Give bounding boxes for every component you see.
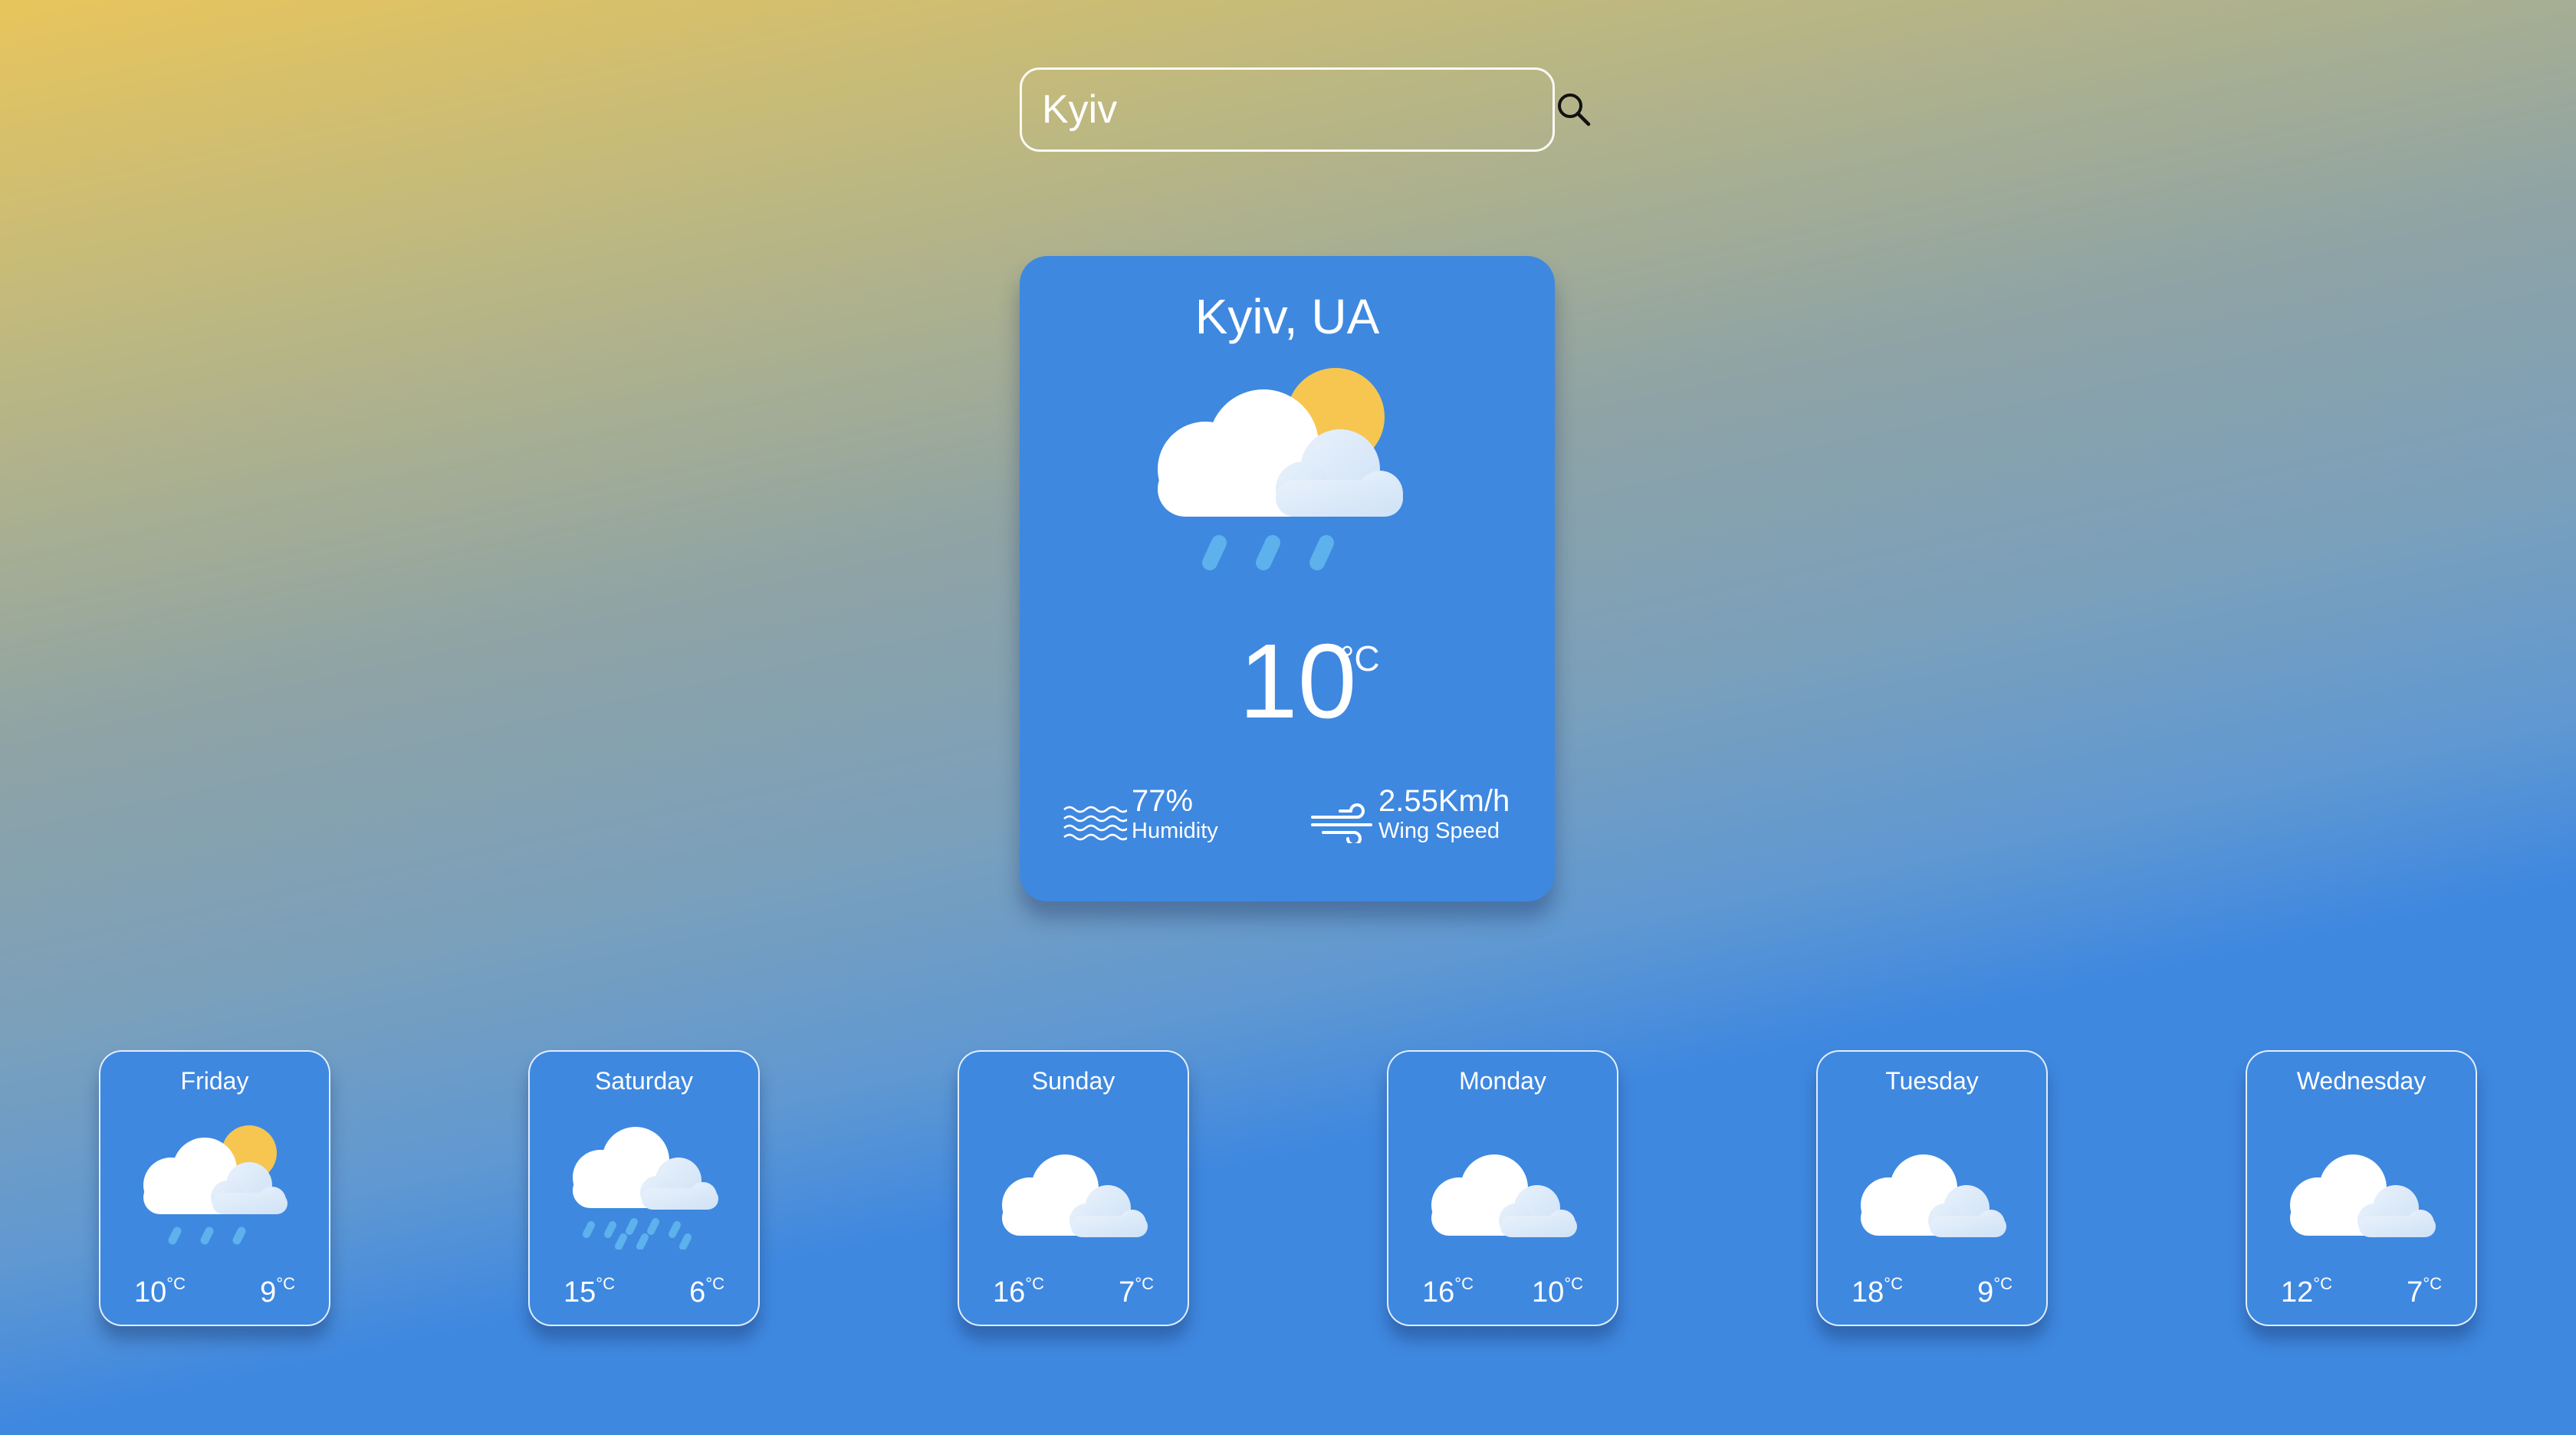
forecast-day: Monday xyxy=(1459,1067,1546,1095)
forecast-card-wednesday[interactable]: Wednesday 12°C 7°C xyxy=(2246,1050,2477,1326)
cloud-icon xyxy=(1002,1154,1148,1237)
forecast-day: Sunday xyxy=(1031,1067,1116,1095)
temperature-unit: °C xyxy=(1340,639,1380,678)
cloud-icon xyxy=(1431,1154,1577,1237)
search-input[interactable] xyxy=(1022,70,1555,149)
humidity-waves-icon xyxy=(1063,806,1127,841)
cloud-icon xyxy=(2290,1154,2436,1237)
forecast-high: 18°C xyxy=(1852,1274,1903,1309)
humidity-detail: 77% Humidity xyxy=(1063,785,1218,846)
wind-detail: 2.55Km/h Wing Speed xyxy=(1309,785,1510,846)
current-temperature: 10 xyxy=(1239,622,1357,740)
wind-icon xyxy=(1311,803,1372,843)
city-name: Kyiv, UA xyxy=(1194,289,1380,344)
forecast-low: 7°C xyxy=(1119,1274,1154,1309)
forecast-card-saturday[interactable]: Saturday 15°C 6°C xyxy=(528,1050,760,1326)
cloud-sun-rain-icon xyxy=(1158,368,1403,570)
cloud-icon xyxy=(1861,1154,2006,1237)
forecast-high: 15°C xyxy=(564,1274,615,1309)
forecast-day: Wednesday xyxy=(2296,1067,2426,1095)
search-bar xyxy=(1020,67,1591,152)
forecast-low: 7°C xyxy=(2407,1274,2442,1309)
forecast-high: 12°C xyxy=(2281,1274,2332,1309)
wind-speed-label: Wing Speed xyxy=(1378,819,1500,843)
current-weather-card: Kyiv, UA 10 °C 77% Humidity 2.55Km/h Win… xyxy=(1020,256,1555,901)
cloud-sun-rain-icon xyxy=(143,1125,288,1245)
forecast-high: 10°C xyxy=(134,1274,186,1309)
forecast-high: 16°C xyxy=(1422,1274,1474,1309)
search-icon xyxy=(1558,94,1591,126)
cloud-heavy-rain-icon xyxy=(573,1127,718,1249)
forecast-low: 9°C xyxy=(260,1274,295,1309)
forecast-day: Saturday xyxy=(594,1067,694,1095)
humidity-value: 77% xyxy=(1132,784,1194,818)
wind-speed-value: 2.55Km/h xyxy=(1378,784,1510,818)
forecast-low: 10°C xyxy=(1532,1274,1583,1309)
forecast-card-monday[interactable]: Monday 16°C 10°C xyxy=(1387,1050,1618,1326)
forecast-card-sunday[interactable]: Sunday 16°C 7°C xyxy=(958,1050,1189,1326)
forecast-day: Tuesday xyxy=(1885,1067,1979,1095)
search-button[interactable] xyxy=(1555,70,1593,149)
forecast-card-friday[interactable]: Friday 10°C 9°C xyxy=(99,1050,330,1326)
forecast-card-tuesday[interactable]: Tuesday 18°C 9°C xyxy=(1816,1050,2048,1326)
forecast-day: Friday xyxy=(180,1067,249,1095)
forecast-high: 16°C xyxy=(993,1274,1044,1309)
forecast-low: 6°C xyxy=(689,1274,724,1309)
forecast-low: 9°C xyxy=(1977,1274,2013,1309)
humidity-label: Humidity xyxy=(1132,819,1218,843)
